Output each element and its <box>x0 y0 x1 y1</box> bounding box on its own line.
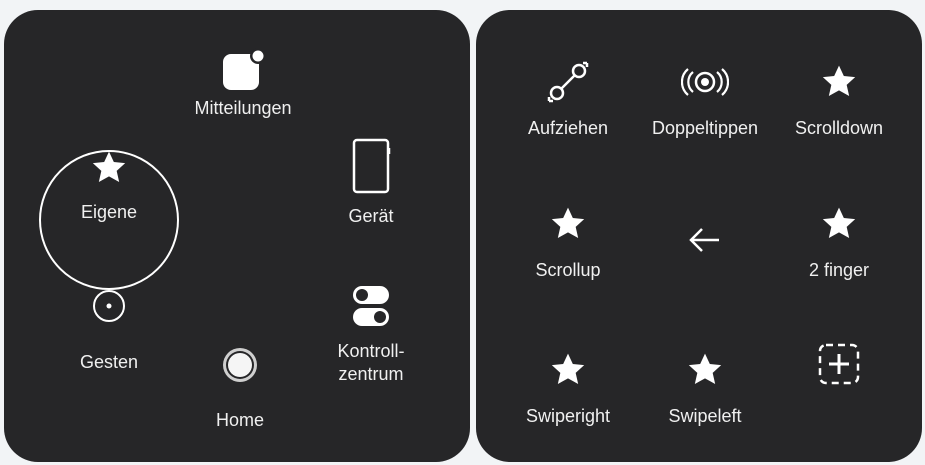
gesture-dot-icon <box>85 284 133 328</box>
star-icon <box>544 200 592 248</box>
menu-item-label: Home <box>215 410 264 430</box>
gesture-item-doppeltippen[interactable]: Doppeltippen <box>640 58 770 148</box>
menu-item-geraet[interactable]: Gerät <box>306 138 436 228</box>
toggle-switches-icon <box>347 284 395 328</box>
device-icon <box>347 138 395 194</box>
menu-item-label: Gesten <box>79 352 139 372</box>
gesture-item-aufziehen[interactable]: Aufziehen <box>503 58 633 148</box>
gesture-item-label: Scrolldown <box>794 118 884 138</box>
menu-item-label: Kontroll- <box>337 341 405 361</box>
gesture-item-scrolldown[interactable]: Scrolldown <box>774 58 904 148</box>
notification-square-icon <box>219 48 267 96</box>
star-icon <box>544 346 592 394</box>
menu-item-eigene[interactable]: Eigene <box>44 144 174 234</box>
menu-item-mitteilungen[interactable]: Mitteilungen <box>178 48 308 138</box>
star-icon <box>85 144 133 192</box>
menu-item-label: Eigene <box>80 202 138 222</box>
gesture-item-label: Swipeleft <box>668 406 742 426</box>
menu-item-gesten[interactable]: Gesten <box>44 284 174 374</box>
gesture-item-swiperight[interactable]: Swiperight <box>503 346 633 436</box>
gesture-item-2-finger[interactable]: 2 finger <box>774 200 904 290</box>
pinch-expand-icon <box>544 58 592 106</box>
gesture-item-label: Doppeltippen <box>651 118 759 138</box>
assistive-touch-custom-menu: Aufziehen Doppeltippen Scrolldown Scroll… <box>476 10 922 462</box>
add-custom-icon <box>815 340 863 388</box>
assistive-touch-main-menu: Mitteilungen Eigene Gerät Gesten Home Ko… <box>4 10 470 462</box>
star-icon <box>681 346 729 394</box>
gesture-item-label: 2 finger <box>808 260 870 280</box>
menu-item-label: Mitteilungen <box>194 98 292 118</box>
gesture-item-label: Swiperight <box>525 406 611 426</box>
add-custom-gesture-button[interactable] <box>774 340 904 430</box>
gesture-item-scrollup[interactable]: Scrollup <box>503 200 633 290</box>
double-tap-icon <box>681 58 729 106</box>
back-button[interactable] <box>640 216 770 306</box>
home-button-icon <box>216 342 264 388</box>
gesture-item-label: Scrollup <box>535 260 601 280</box>
star-icon <box>815 200 863 248</box>
menu-item-label-line2: zentrum <box>338 364 404 384</box>
menu-item-kontrollzentrum[interactable]: Kontroll- zentrum <box>306 284 436 384</box>
star-icon <box>815 58 863 106</box>
back-arrow-icon <box>681 216 729 264</box>
gesture-item-swipeleft[interactable]: Swipeleft <box>640 346 770 436</box>
menu-item-home[interactable]: Home <box>175 342 305 432</box>
menu-item-label: Gerät <box>348 206 394 226</box>
gesture-item-label: Aufziehen <box>527 118 609 138</box>
